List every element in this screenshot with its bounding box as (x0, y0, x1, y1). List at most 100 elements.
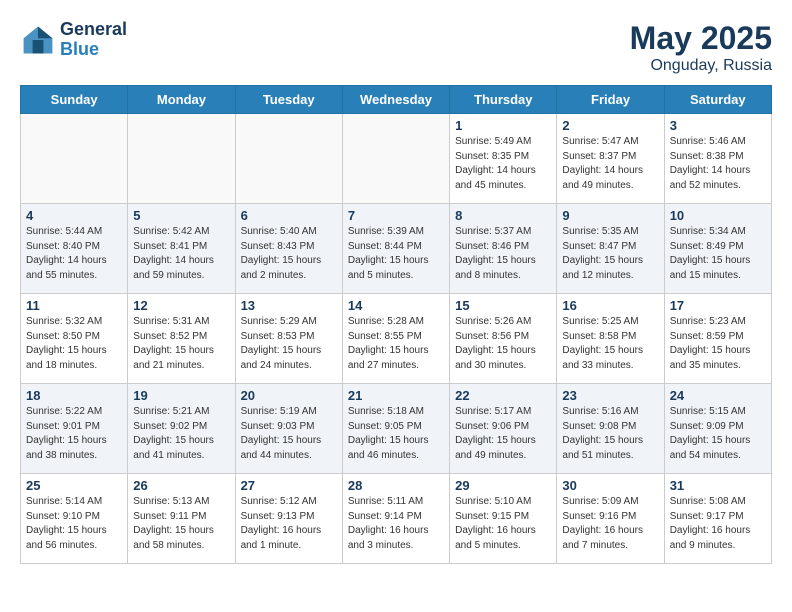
cell-info-line: Sunrise: 5:09 AM (562, 495, 658, 510)
cell-info-line: Sunrise: 5:34 AM (670, 225, 766, 240)
cal-cell: 14Sunrise: 5:28 AMSunset: 8:55 PMDayligh… (342, 294, 449, 384)
cell-info-line: Sunset: 8:49 PM (670, 240, 766, 255)
cell-info-line: Daylight: 15 hours (133, 344, 229, 359)
cal-cell: 2Sunrise: 5:47 AMSunset: 8:37 PMDaylight… (557, 114, 664, 204)
cal-cell: 4Sunrise: 5:44 AMSunset: 8:40 PMDaylight… (21, 204, 128, 294)
cell-info-line: and 54 minutes. (670, 449, 766, 464)
cal-cell: 20Sunrise: 5:19 AMSunset: 9:03 PMDayligh… (235, 384, 342, 474)
cell-info-line: Sunrise: 5:14 AM (26, 495, 122, 510)
cell-info-line: Sunset: 8:41 PM (133, 240, 229, 255)
day-number: 9 (562, 208, 658, 223)
logo: General Blue (20, 20, 127, 60)
day-number: 4 (26, 208, 122, 223)
cell-info-line: Sunrise: 5:40 AM (241, 225, 337, 240)
cal-cell (235, 114, 342, 204)
day-header-saturday: Saturday (664, 86, 771, 114)
cell-info-line: and 3 minutes. (348, 539, 444, 554)
cell-info-line: Daylight: 15 hours (241, 434, 337, 449)
cal-cell: 11Sunrise: 5:32 AMSunset: 8:50 PMDayligh… (21, 294, 128, 384)
cell-info-line: Daylight: 15 hours (562, 434, 658, 449)
cell-info-line: and 8 minutes. (455, 269, 551, 284)
day-number: 23 (562, 388, 658, 403)
cell-info-line: Daylight: 14 hours (26, 254, 122, 269)
cell-info-line: Sunrise: 5:39 AM (348, 225, 444, 240)
cell-info-line: Sunrise: 5:10 AM (455, 495, 551, 510)
cell-info-line: and 30 minutes. (455, 359, 551, 374)
day-number: 27 (241, 478, 337, 493)
cell-info-line: Sunset: 8:55 PM (348, 330, 444, 345)
cell-info-line: Sunrise: 5:21 AM (133, 405, 229, 420)
cell-info-line: and 21 minutes. (133, 359, 229, 374)
cell-info-line: Sunset: 9:06 PM (455, 420, 551, 435)
cal-cell: 30Sunrise: 5:09 AMSunset: 9:16 PMDayligh… (557, 474, 664, 564)
cell-info-line: Sunrise: 5:18 AM (348, 405, 444, 420)
cell-info-line: Daylight: 15 hours (455, 344, 551, 359)
cal-cell: 16Sunrise: 5:25 AMSunset: 8:58 PMDayligh… (557, 294, 664, 384)
cell-info-line: Daylight: 15 hours (26, 524, 122, 539)
cell-info-line: Sunset: 8:44 PM (348, 240, 444, 255)
cell-info-line: Sunrise: 5:13 AM (133, 495, 229, 510)
day-header-thursday: Thursday (450, 86, 557, 114)
day-number: 16 (562, 298, 658, 313)
cell-info-line: Sunrise: 5:28 AM (348, 315, 444, 330)
day-header-sunday: Sunday (21, 86, 128, 114)
cell-info-line: and 55 minutes. (26, 269, 122, 284)
cell-info-line: Sunset: 9:05 PM (348, 420, 444, 435)
cell-info-line: Sunrise: 5:22 AM (26, 405, 122, 420)
cal-cell: 3Sunrise: 5:46 AMSunset: 8:38 PMDaylight… (664, 114, 771, 204)
cell-info-line: and 1 minute. (241, 539, 337, 554)
cell-info-line: Sunrise: 5:08 AM (670, 495, 766, 510)
day-number: 19 (133, 388, 229, 403)
cell-info-line: Sunset: 9:13 PM (241, 510, 337, 525)
week-row-3: 11Sunrise: 5:32 AMSunset: 8:50 PMDayligh… (21, 294, 772, 384)
cal-cell: 25Sunrise: 5:14 AMSunset: 9:10 PMDayligh… (21, 474, 128, 564)
cell-info-line: and 9 minutes. (670, 539, 766, 554)
day-number: 24 (670, 388, 766, 403)
cell-info-line: Sunrise: 5:37 AM (455, 225, 551, 240)
cal-cell: 29Sunrise: 5:10 AMSunset: 9:15 PMDayligh… (450, 474, 557, 564)
cal-cell: 19Sunrise: 5:21 AMSunset: 9:02 PMDayligh… (128, 384, 235, 474)
cell-info-line: Sunset: 9:01 PM (26, 420, 122, 435)
cell-info-line: Daylight: 14 hours (670, 164, 766, 179)
day-number: 6 (241, 208, 337, 223)
cal-cell: 23Sunrise: 5:16 AMSunset: 9:08 PMDayligh… (557, 384, 664, 474)
day-header-monday: Monday (128, 86, 235, 114)
cell-info-line: Sunset: 9:17 PM (670, 510, 766, 525)
cell-info-line: Sunset: 8:59 PM (670, 330, 766, 345)
cell-info-line: Sunset: 8:40 PM (26, 240, 122, 255)
cal-cell: 26Sunrise: 5:13 AMSunset: 9:11 PMDayligh… (128, 474, 235, 564)
cell-info-line: Daylight: 15 hours (562, 344, 658, 359)
day-number: 30 (562, 478, 658, 493)
cell-info-line: and 41 minutes. (133, 449, 229, 464)
cell-info-line: and 44 minutes. (241, 449, 337, 464)
cal-cell: 24Sunrise: 5:15 AMSunset: 9:09 PMDayligh… (664, 384, 771, 474)
week-row-2: 4Sunrise: 5:44 AMSunset: 8:40 PMDaylight… (21, 204, 772, 294)
week-row-4: 18Sunrise: 5:22 AMSunset: 9:01 PMDayligh… (21, 384, 772, 474)
day-number: 14 (348, 298, 444, 313)
cell-info-line: and 59 minutes. (133, 269, 229, 284)
cal-cell: 27Sunrise: 5:12 AMSunset: 9:13 PMDayligh… (235, 474, 342, 564)
day-number: 5 (133, 208, 229, 223)
cal-cell (342, 114, 449, 204)
cell-info-line: Sunrise: 5:32 AM (26, 315, 122, 330)
cal-cell: 13Sunrise: 5:29 AMSunset: 8:53 PMDayligh… (235, 294, 342, 384)
day-number: 22 (455, 388, 551, 403)
cell-info-line: Sunrise: 5:11 AM (348, 495, 444, 510)
cal-cell: 8Sunrise: 5:37 AMSunset: 8:46 PMDaylight… (450, 204, 557, 294)
month-title: May 2025 (630, 20, 772, 57)
logo-text: General Blue (60, 20, 127, 60)
cell-info-line: Daylight: 15 hours (133, 524, 229, 539)
cell-info-line: and 46 minutes. (348, 449, 444, 464)
cell-info-line: Daylight: 15 hours (348, 434, 444, 449)
cell-info-line: and 5 minutes. (348, 269, 444, 284)
cell-info-line: and 24 minutes. (241, 359, 337, 374)
cell-info-line: Daylight: 16 hours (348, 524, 444, 539)
cal-cell: 28Sunrise: 5:11 AMSunset: 9:14 PMDayligh… (342, 474, 449, 564)
cell-info-line: Daylight: 15 hours (26, 344, 122, 359)
cell-info-line: and 7 minutes. (562, 539, 658, 554)
cell-info-line: Sunrise: 5:35 AM (562, 225, 658, 240)
cell-info-line: Sunset: 9:14 PM (348, 510, 444, 525)
day-number: 25 (26, 478, 122, 493)
cell-info-line: Daylight: 15 hours (348, 254, 444, 269)
cell-info-line: and 5 minutes. (455, 539, 551, 554)
